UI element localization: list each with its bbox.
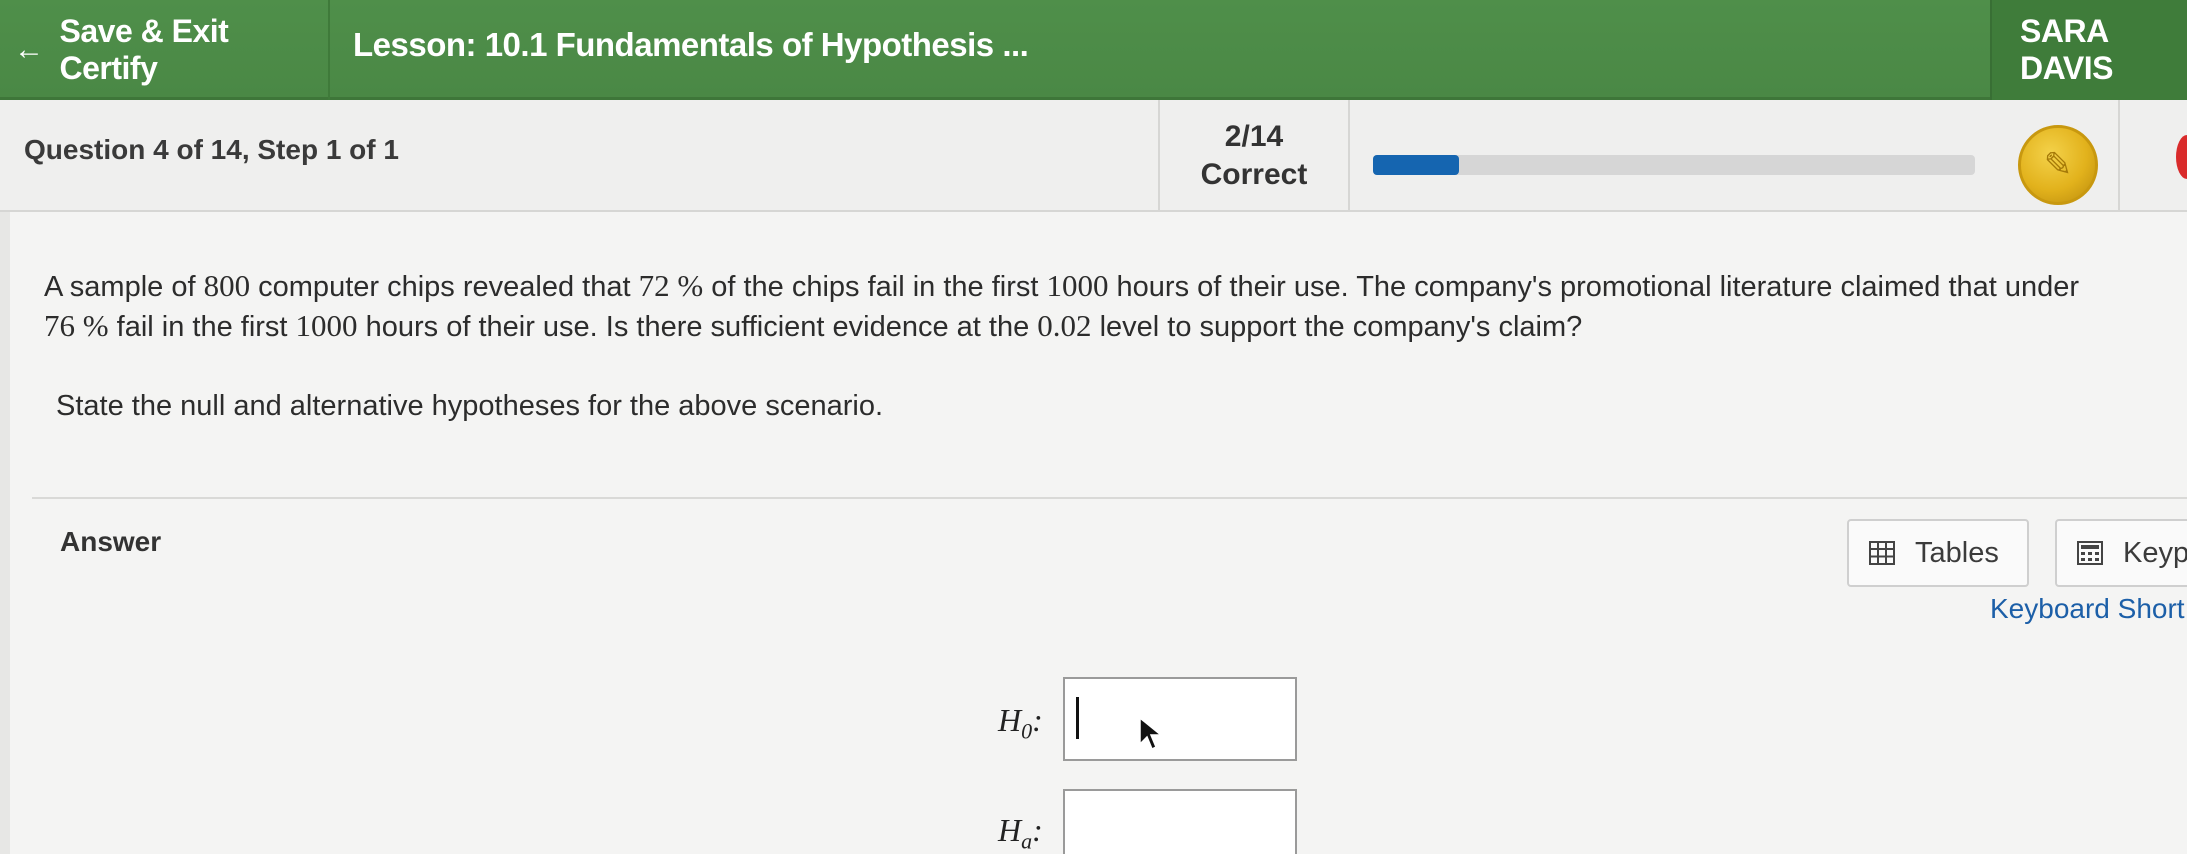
significance-level-value: 0.02 bbox=[1037, 308, 1092, 343]
text-caret bbox=[1076, 697, 1079, 739]
hours-value: 1000 bbox=[1046, 268, 1109, 303]
question-progress-label: Question 4 of 14, Step 1 of 1 bbox=[24, 134, 399, 165]
save-exit-button[interactable]: ← Save & Exit Certify bbox=[0, 0, 330, 100]
score-value: 2/14 bbox=[1224, 120, 1284, 153]
problem-line-1: A sample of 800 computer chips revealed … bbox=[44, 266, 2184, 306]
mouse-pointer-icon bbox=[1139, 716, 1164, 751]
calculator-icon bbox=[2077, 541, 2103, 565]
text-span: hours of their use. Is there sufficient … bbox=[357, 311, 1038, 343]
user-name: SARA DAVIS bbox=[2020, 13, 2113, 86]
h-symbol: H bbox=[998, 812, 1022, 848]
sample-size-value: 800 bbox=[203, 268, 251, 303]
problem-statement: A sample of 800 computer chips revealed … bbox=[44, 266, 2184, 346]
problem-line-2: 76 % fail in the first 1000 hours of the… bbox=[44, 306, 2184, 346]
tables-button[interactable]: Tables bbox=[1847, 519, 2029, 587]
keypad-button[interactable]: Keyp bbox=[2055, 519, 2187, 587]
progress-bar-fill bbox=[1373, 155, 1460, 175]
progress-bar-track bbox=[1373, 155, 1975, 175]
lesson-title: Lesson: 10.1 Fundamentals of Hypothesis … bbox=[353, 26, 1029, 63]
ha-subscript: a bbox=[1021, 828, 1033, 854]
alternative-hypothesis-input[interactable] bbox=[1063, 789, 1297, 854]
text-span: of the chips fail in the first bbox=[703, 271, 1047, 303]
answer-heading: Answer bbox=[60, 526, 162, 557]
colon: : bbox=[1032, 812, 1043, 848]
score-box: 2/14 Correct bbox=[1158, 100, 1350, 212]
keypad-label: Keyp bbox=[2123, 536, 2187, 569]
text-span: hours of their use. The company's promot… bbox=[1108, 271, 2080, 303]
null-hypothesis-input[interactable] bbox=[1063, 677, 1297, 761]
score-label: Correct bbox=[1200, 158, 1308, 191]
text-span: computer chips revealed that bbox=[250, 271, 639, 303]
user-menu[interactable]: SARA DAVIS bbox=[1990, 0, 2187, 100]
table-grid-icon bbox=[1869, 541, 1895, 565]
text-span: fail in the first bbox=[108, 311, 296, 343]
h-symbol: H bbox=[998, 702, 1022, 738]
sample-percent-value: 72 % bbox=[638, 268, 704, 303]
null-hypothesis-label: H0: bbox=[998, 702, 1043, 744]
claimed-percent-value: 76 % bbox=[44, 308, 109, 343]
left-arrow-icon: ← bbox=[14, 33, 44, 66]
h0-subscript: 0 bbox=[1021, 718, 1033, 744]
colon: : bbox=[1032, 702, 1043, 738]
section-divider bbox=[32, 497, 2187, 499]
keyboard-shortcuts-link[interactable]: Keyboard Short bbox=[1990, 593, 2185, 625]
gold-coin-icon[interactable]: ✎ bbox=[2018, 125, 2098, 205]
divider bbox=[2118, 100, 2120, 212]
alternative-hypothesis-label: Ha: bbox=[998, 812, 1043, 854]
tables-label: Tables bbox=[1915, 536, 1999, 569]
hours-value: 1000 bbox=[295, 308, 358, 343]
instruction-text: State the null and alternative hypothese… bbox=[56, 390, 884, 422]
text-span: level to support the company's claim? bbox=[1091, 311, 1583, 343]
text-span: A sample of bbox=[44, 271, 204, 303]
save-exit-label: Save & Exit Certify bbox=[59, 13, 229, 86]
